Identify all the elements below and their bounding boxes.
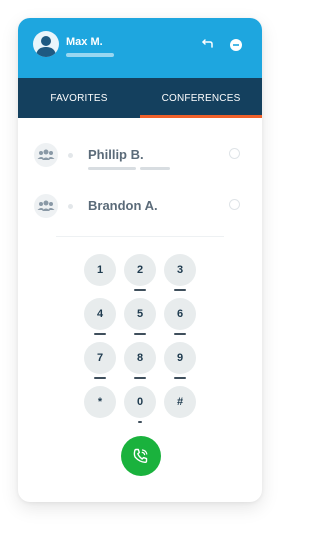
key-4-letters — [94, 333, 106, 335]
user-name: Max M. — [66, 36, 103, 48]
key-8[interactable]: 8 — [124, 342, 156, 374]
phone-widget: Max M. FAVORITES CONFERENCES Phillip B. … — [18, 18, 262, 502]
minimize-icon[interactable] — [229, 38, 243, 52]
key-6-letters — [174, 333, 186, 335]
info-icon[interactable] — [229, 199, 240, 210]
user-icon — [36, 36, 56, 57]
key-4[interactable]: 4 — [84, 298, 116, 330]
header: Max M. — [18, 18, 262, 78]
key-hash[interactable]: # — [164, 386, 196, 418]
key-7-letters — [94, 377, 106, 379]
tab-bar: FAVORITES CONFERENCES — [18, 78, 262, 118]
key-2-letters — [134, 289, 146, 291]
contact-name: Brandon A. — [88, 198, 158, 213]
key-3-letters — [174, 289, 186, 291]
key-0[interactable]: 0 — [124, 386, 156, 418]
key-0-plus — [138, 421, 142, 423]
key-star[interactable]: * — [84, 386, 116, 418]
divider — [56, 236, 224, 237]
list-item[interactable]: Phillip B. — [18, 136, 262, 176]
key-5-letters — [134, 333, 146, 335]
key-1[interactable]: 1 — [84, 254, 116, 286]
key-5[interactable]: 5 — [124, 298, 156, 330]
detail-bar — [140, 167, 170, 170]
tab-favorites[interactable]: FAVORITES — [18, 78, 140, 118]
call-button[interactable] — [121, 436, 161, 476]
status-dot — [68, 153, 73, 158]
group-avatar-icon — [34, 143, 58, 167]
info-icon[interactable] — [229, 148, 240, 159]
key-9-letters — [174, 377, 186, 379]
contact-name: Phillip B. — [88, 147, 144, 162]
key-3[interactable]: 3 — [164, 254, 196, 286]
user-avatar[interactable] — [33, 31, 59, 57]
key-2[interactable]: 2 — [124, 254, 156, 286]
transfer-icon[interactable] — [200, 38, 214, 52]
conference-list: Phillip B. Brandon A. — [18, 118, 262, 254]
user-status-bar — [66, 53, 114, 57]
key-8-letters — [134, 377, 146, 379]
key-6[interactable]: 6 — [164, 298, 196, 330]
tab-conferences[interactable]: CONFERENCES — [140, 78, 262, 118]
status-dot — [68, 204, 73, 209]
key-7[interactable]: 7 — [84, 342, 116, 374]
list-item[interactable]: Brandon A. — [18, 187, 262, 227]
detail-bar — [88, 167, 136, 170]
group-avatar-icon — [34, 194, 58, 218]
phone-icon — [133, 448, 148, 463]
key-9[interactable]: 9 — [164, 342, 196, 374]
dial-pad: 1 2 3 4 5 6 7 8 9 * 0 # — [18, 252, 262, 428]
